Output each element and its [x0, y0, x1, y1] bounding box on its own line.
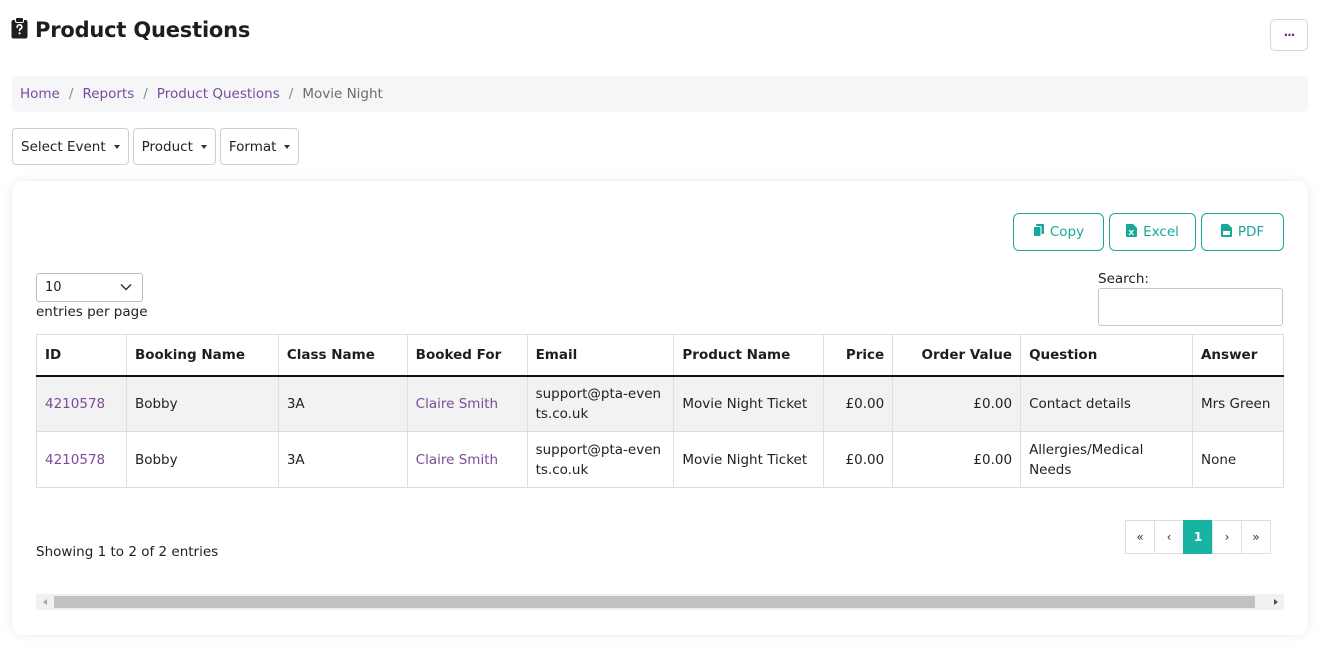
column-header-price[interactable]: Price — [823, 334, 894, 377]
export-buttons: Copy Excel PDF — [1013, 213, 1284, 251]
breadcrumb-home[interactable]: Home — [20, 86, 60, 102]
column-header-id[interactable]: ID — [36, 334, 127, 377]
copy-icon — [1032, 223, 1044, 241]
entries-per-page-value: 10 — [45, 280, 62, 295]
copy-label: Copy — [1049, 224, 1085, 240]
booked-for-link[interactable]: Claire Smith — [406, 431, 528, 488]
price-cell: £0.00 — [823, 431, 894, 488]
order-value-cell: £0.00 — [892, 375, 1022, 432]
question-cell: Allergies/Medical Needs — [1020, 431, 1193, 488]
class-name-cell: 3A — [277, 431, 408, 488]
entries-per-page-select[interactable]: 10 — [36, 273, 143, 302]
breadcrumb-separator: / — [68, 86, 74, 102]
column-header-booking-name[interactable]: Booking Name — [125, 334, 279, 377]
scrollbar-thumb[interactable] — [54, 596, 1255, 608]
report-card: Copy Excel PDF 10 entries per page Searc… — [12, 181, 1308, 635]
order-value-cell: £0.00 — [892, 431, 1022, 488]
page-title: Product Questions — [35, 18, 251, 42]
more-options-button[interactable]: ··· — [1270, 19, 1308, 51]
order-id-link[interactable]: 4210578 — [36, 375, 127, 432]
format-dropdown[interactable]: Format — [219, 128, 300, 165]
breadcrumb-separator: / — [288, 86, 294, 102]
scroll-left-arrow-icon[interactable] — [36, 594, 53, 610]
entries-per-page-label: entries per page — [36, 304, 148, 320]
product-name-cell: Movie Night Ticket — [673, 431, 825, 488]
price-cell: £0.00 — [823, 375, 894, 432]
breadcrumb: Home / Reports / Product Questions / Mov… — [12, 76, 1308, 112]
column-header-class-name[interactable]: Class Name — [277, 334, 408, 377]
pagination: « ‹ 1 › » — [1125, 520, 1271, 554]
table-header-row: ID Booking Name Class Name Booked For Em… — [36, 334, 1285, 377]
breadcrumb-product-questions[interactable]: Product Questions — [157, 86, 280, 102]
breadcrumb-current: Movie Night — [302, 86, 383, 102]
column-header-question[interactable]: Question — [1020, 334, 1193, 377]
breadcrumb-separator: / — [143, 86, 148, 102]
clipboard-question-icon — [11, 17, 28, 43]
column-header-booked-for[interactable]: Booked For — [406, 334, 528, 377]
answer-cell: None — [1191, 431, 1285, 488]
pdf-label: PDF — [1237, 224, 1265, 240]
first-page-button[interactable]: « — [1125, 520, 1155, 554]
product-dropdown[interactable]: Product — [132, 128, 216, 165]
current-page-button[interactable]: 1 — [1183, 520, 1213, 554]
table-info: Showing 1 to 2 of 2 entries — [36, 544, 219, 560]
previous-page-button[interactable]: ‹ — [1154, 520, 1184, 554]
booking-name-cell: Bobby — [125, 375, 279, 432]
order-id-link[interactable]: 4210578 — [36, 431, 127, 488]
email-cell: support@pta-events.co.uk — [526, 431, 675, 488]
scroll-right-arrow-icon[interactable] — [1267, 594, 1284, 610]
product-name-cell: Movie Night Ticket — [673, 375, 825, 432]
file-excel-icon — [1126, 223, 1138, 241]
next-page-button[interactable]: › — [1212, 520, 1242, 554]
page-header: Product Questions — [11, 17, 250, 43]
questions-table: ID Booking Name Class Name Booked For Em… — [36, 334, 1285, 488]
column-header-order-value[interactable]: Order Value — [892, 334, 1022, 377]
select-event-dropdown[interactable]: Select Event — [12, 128, 129, 165]
search-input[interactable] — [1098, 288, 1283, 326]
excel-label: Excel — [1143, 224, 1179, 240]
product-label: Product — [141, 138, 193, 155]
chevron-down-icon — [120, 280, 132, 295]
excel-button[interactable]: Excel — [1109, 213, 1196, 251]
column-header-answer[interactable]: Answer — [1191, 334, 1285, 377]
table-row: 4210578 Bobby 3A Claire Smith support@pt… — [36, 375, 1285, 432]
class-name-cell: 3A — [277, 375, 408, 432]
breadcrumb-reports[interactable]: Reports — [82, 86, 134, 102]
pdf-button[interactable]: PDF — [1201, 213, 1284, 251]
last-page-button[interactable]: » — [1241, 520, 1271, 554]
caret-down-icon — [284, 145, 291, 149]
table-row: 4210578 Bobby 3A Claire Smith support@pt… — [36, 431, 1285, 488]
horizontal-scrollbar[interactable] — [36, 594, 1284, 610]
question-cell: Contact details — [1020, 375, 1193, 432]
search-label: Search: — [1098, 271, 1149, 287]
caret-down-icon — [113, 145, 120, 149]
email-cell: support@pta-events.co.uk — [526, 375, 675, 432]
column-header-product-name[interactable]: Product Name — [673, 334, 825, 377]
answer-cell: Mrs Green — [1191, 375, 1285, 432]
select-event-label: Select Event — [21, 138, 106, 155]
filter-bar: Select Event Product Format — [12, 128, 300, 165]
booking-name-cell: Bobby — [125, 431, 279, 488]
booked-for-link[interactable]: Claire Smith — [406, 375, 528, 432]
column-header-email[interactable]: Email — [526, 334, 675, 377]
format-label: Format — [228, 138, 277, 155]
copy-button[interactable]: Copy — [1013, 213, 1104, 251]
caret-down-icon — [200, 145, 207, 149]
file-pdf-icon — [1220, 223, 1232, 241]
